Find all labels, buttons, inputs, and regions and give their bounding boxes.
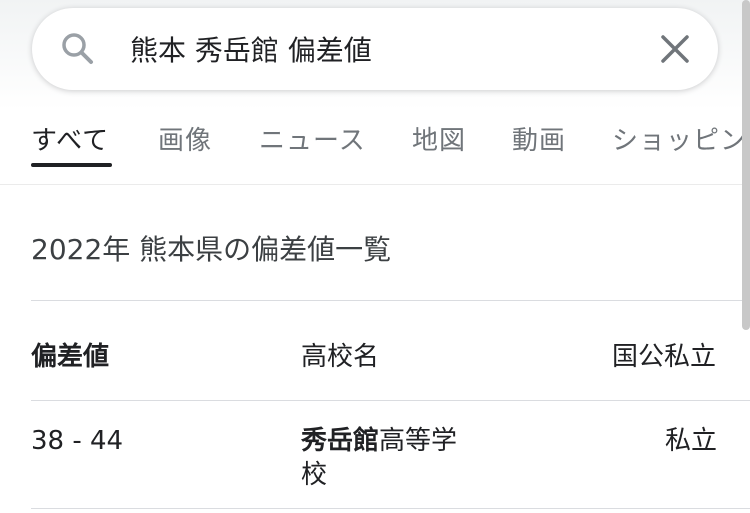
cell-score: 38 - 44 (31, 426, 124, 456)
header-school-type: 国公私立 (612, 342, 717, 372)
search-input[interactable] (130, 24, 630, 74)
school-name-rest: 高等学 (379, 426, 458, 456)
header-school-name: 高校名 (301, 342, 380, 372)
search-icon[interactable] (58, 29, 98, 69)
tab-news[interactable]: ニュース (259, 120, 366, 157)
row-divider (31, 400, 750, 401)
row-divider-bottom (31, 508, 750, 509)
result-title: 2022年 熊本県の偏差値一覧 (31, 233, 392, 266)
tab-videos[interactable]: 動画 (512, 120, 566, 157)
school-name-rest-line2: 校 (301, 460, 328, 490)
tab-images[interactable]: 画像 (158, 120, 212, 157)
tabs-divider (0, 184, 750, 185)
cell-school-type: 私立 (665, 426, 718, 456)
tab-maps[interactable]: 地図 (412, 120, 466, 157)
cell-school-name: 秀岳館高等学校 (301, 424, 491, 492)
active-tab-indicator (31, 163, 112, 167)
search-results-page: すべて 画像 ニュース 地図 動画 ショッピン 2022年 熊本県の偏差値一覧 … (0, 0, 750, 513)
search-tabs: すべて 画像 ニュース 地図 動画 ショッピン (0, 112, 750, 182)
tab-shopping[interactable]: ショッピン (612, 120, 747, 157)
scrollbar[interactable] (742, 0, 750, 330)
header-score: 偏差値 (31, 342, 110, 372)
school-name-highlight: 秀岳館 (301, 426, 380, 456)
close-icon[interactable] (654, 28, 696, 70)
table-divider (31, 300, 750, 301)
tab-all[interactable]: すべて (31, 120, 109, 157)
search-bar[interactable] (32, 8, 718, 90)
